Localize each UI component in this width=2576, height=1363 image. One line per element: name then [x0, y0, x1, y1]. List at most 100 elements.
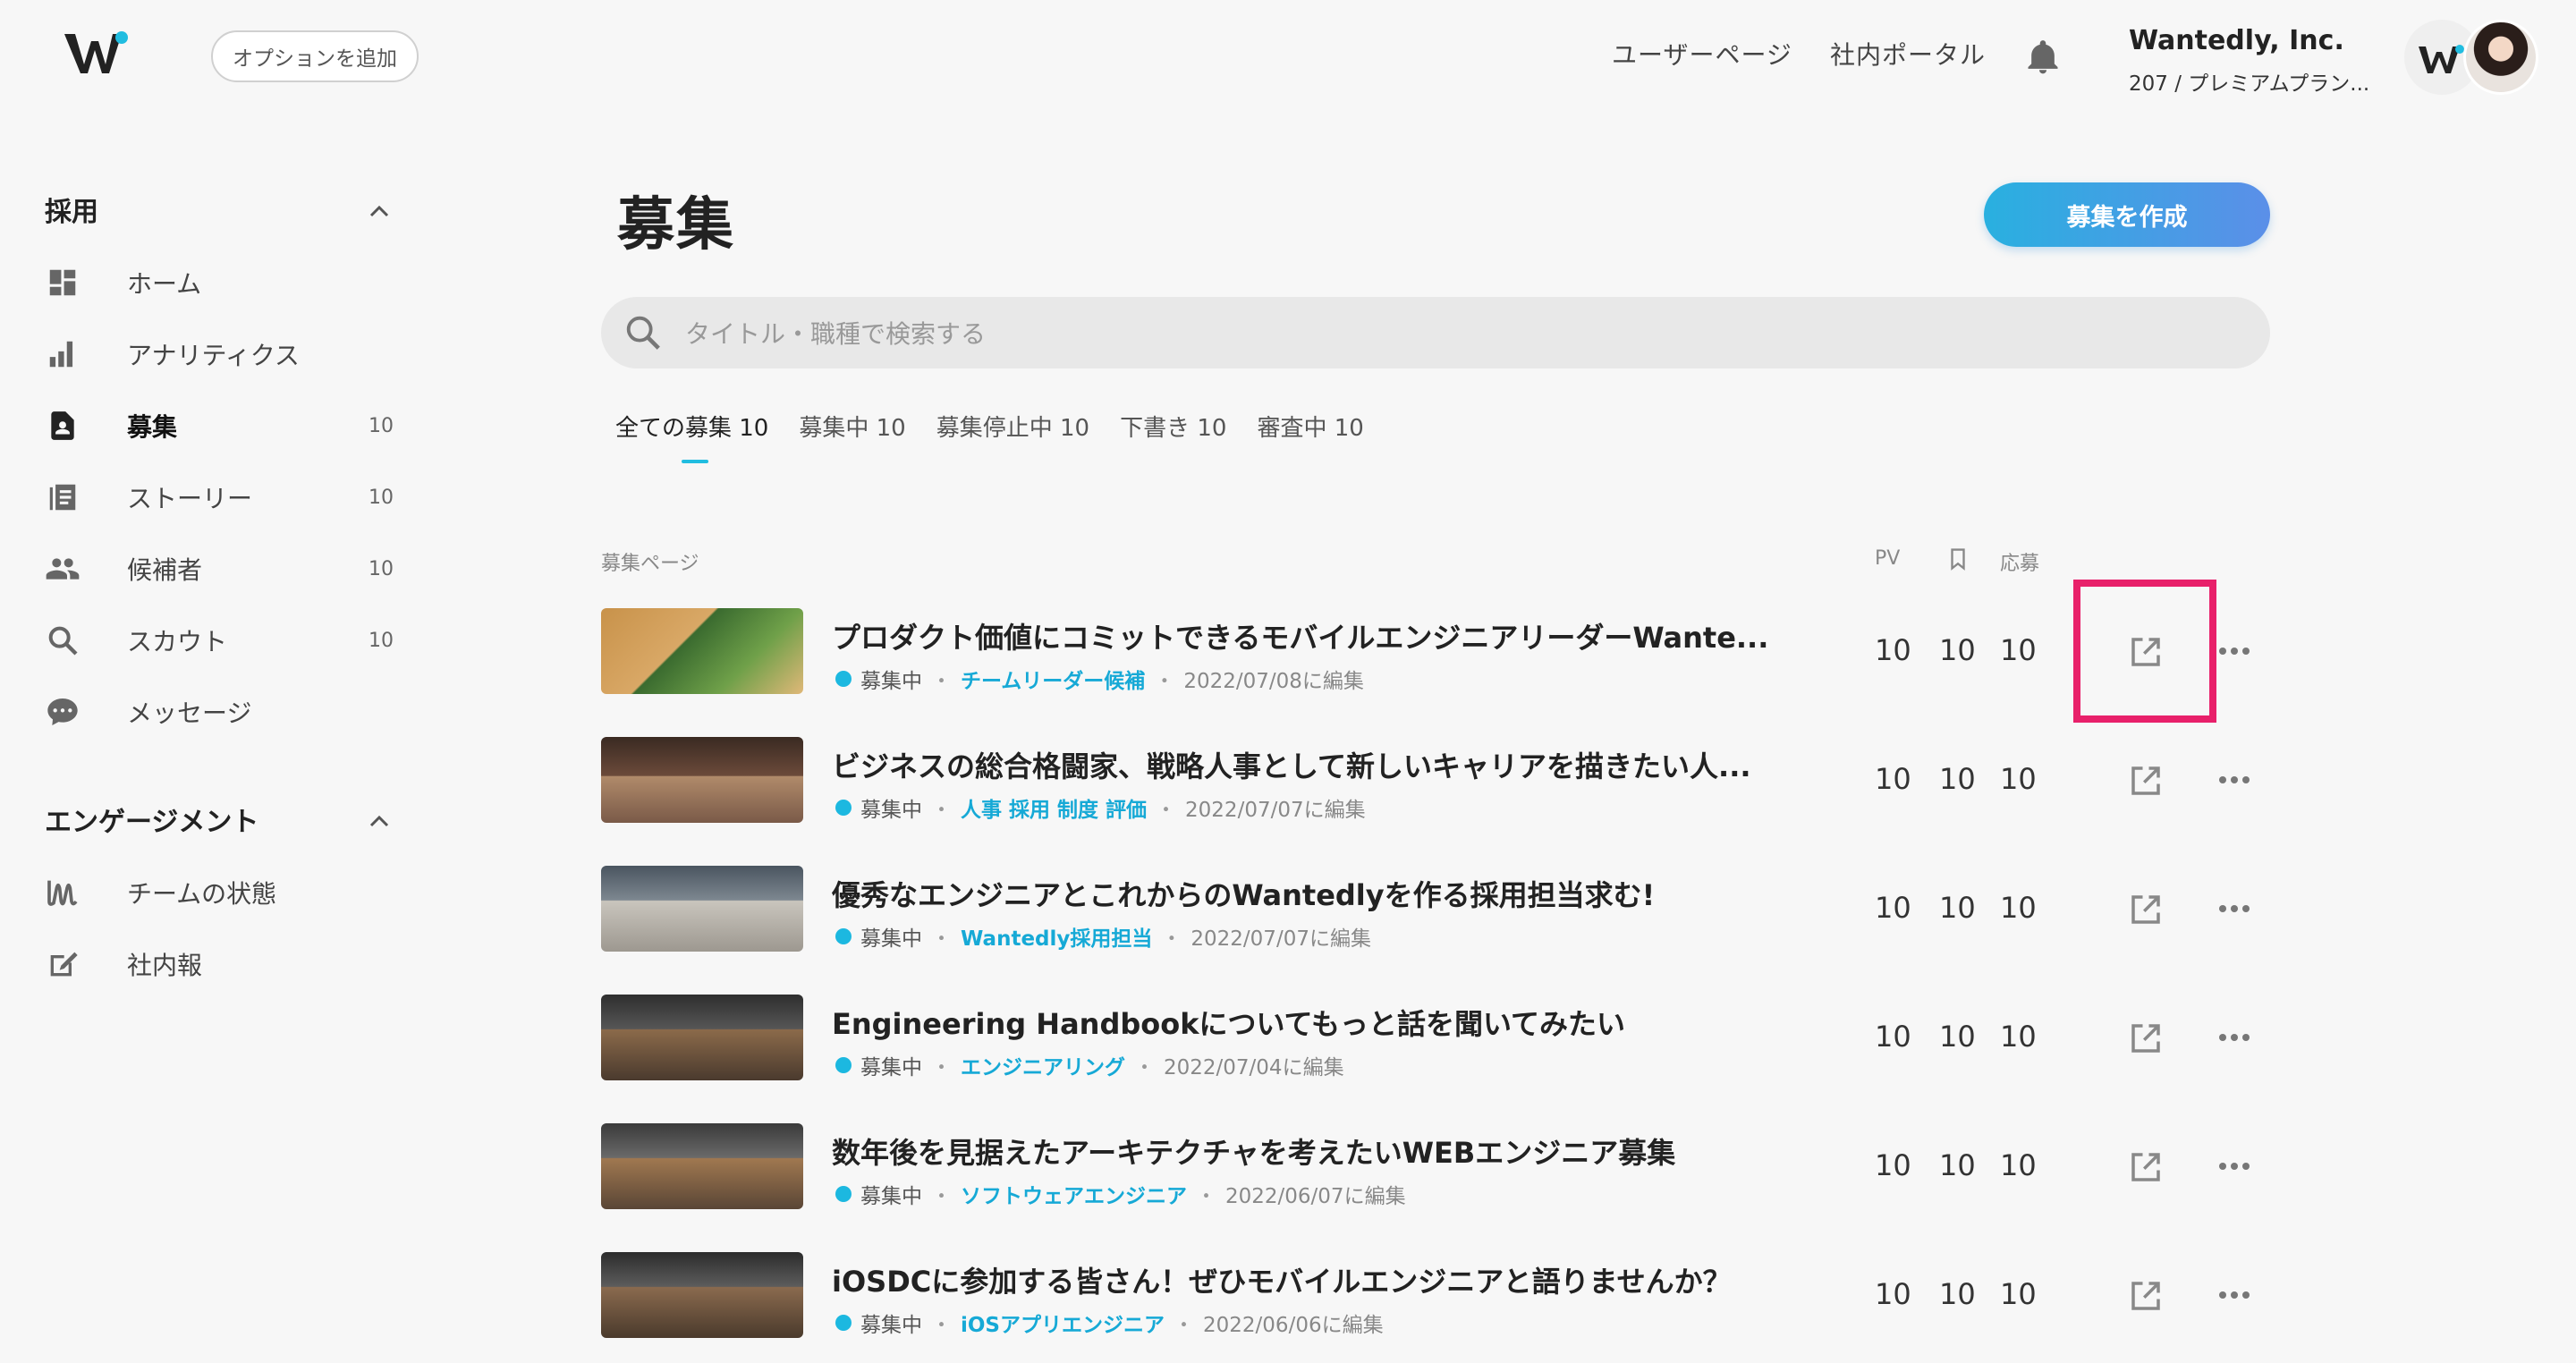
open-external-icon[interactable]: [2127, 762, 2165, 800]
wantedly-logo[interactable]: [63, 29, 131, 79]
bar-chart-icon: [45, 336, 80, 372]
sidebar-item-analytics[interactable]: アナリティクス: [45, 327, 402, 381]
job-title[interactable]: プロダクト価値にコミットできるモバイルエンジニアリーダーWante...: [832, 615, 1780, 656]
job-tag[interactable]: エンジニアリング: [961, 1050, 1125, 1080]
job-row[interactable]: ビジネスの総合格闘家、戦略人事として新しいキャリアを描きたい人... 募集中 ・…: [601, 737, 2283, 823]
add-option-button[interactable]: オプションを追加: [211, 30, 419, 82]
separator: ・: [1161, 927, 1182, 951]
separator: ・: [931, 1056, 952, 1079]
sidebar-item-team-status[interactable]: チームの状態: [45, 866, 402, 919]
job-row[interactable]: Engineering Handbookについてもっと話を聞いてみたい 募集中 …: [601, 995, 2283, 1080]
apply-count: 10: [2000, 1020, 2037, 1054]
job-row[interactable]: 数年後を見据えたアーキテクチャを考えたいWEBエンジニア募集 募集中 ・ ソフト…: [601, 1123, 2283, 1209]
job-tag[interactable]: iOSアプリエンジニア: [961, 1308, 1165, 1338]
sidebar-item-count: 10: [369, 629, 394, 652]
separator: ・: [931, 670, 952, 693]
job-thumbnail[interactable]: [601, 608, 803, 694]
more-options-icon[interactable]: [2216, 891, 2252, 927]
job-title[interactable]: Engineering Handbookについてもっと話を聞いてみたい: [832, 1002, 1780, 1043]
job-title[interactable]: ビジネスの総合格闘家、戦略人事として新しいキャリアを描きたい人...: [832, 744, 1780, 785]
user-page-link[interactable]: ユーザーページ: [1612, 36, 1792, 72]
user-avatar[interactable]: [2463, 20, 2538, 95]
portal-link[interactable]: 社内ポータル: [1830, 36, 1986, 72]
job-tag[interactable]: ソフトウェアエンジニア: [961, 1179, 1187, 1209]
more-options-icon[interactable]: [2216, 1277, 2252, 1313]
sidebar-item-count: 10: [369, 414, 394, 437]
job-filter-tabs: 全ての募集 10 募集中 10 募集停止中 10 下書き 10 審査中 10: [615, 410, 1394, 443]
org-name[interactable]: Wantedly, Inc.: [2129, 25, 2344, 56]
sidebar-item-label: メッセージ: [127, 698, 252, 728]
job-thumbnail[interactable]: [601, 737, 803, 823]
status-dot: [835, 1186, 852, 1202]
sidebar-item-home[interactable]: ホーム: [45, 256, 402, 309]
separator: ・: [931, 1185, 952, 1208]
job-thumbnail[interactable]: [601, 1123, 803, 1209]
status-dot: [835, 928, 852, 944]
wave-icon: [45, 875, 80, 910]
sidebar-item-label: 候補者: [127, 555, 203, 585]
more-options-icon[interactable]: [2216, 1148, 2252, 1184]
apply-count: 10: [2000, 891, 2037, 925]
job-thumbnail[interactable]: [601, 866, 803, 952]
search-input[interactable]: タイトル・職種で検索する: [685, 315, 986, 351]
bell-icon[interactable]: [2023, 38, 2063, 77]
open-external-icon[interactable]: [2127, 1020, 2165, 1057]
column-header-apply: 応募: [2000, 553, 2040, 575]
create-job-button[interactable]: 募集を作成: [1984, 182, 2270, 247]
bookmark-count: 10: [1939, 1277, 1976, 1311]
job-edited-date: 2022/06/07に編集: [1225, 1185, 1406, 1208]
sidebar-item-stories[interactable]: ストーリー 10: [45, 470, 402, 524]
search-icon: [626, 316, 660, 350]
recruit-section-title: 採用: [45, 197, 98, 228]
pv-count: 10: [1875, 762, 1911, 796]
sidebar-item-label: スカウト: [127, 627, 228, 656]
job-title[interactable]: 数年後を見据えたアーキテクチャを考えたいWEBエンジニア募集: [832, 1130, 1780, 1172]
apply-count: 10: [2000, 1277, 2037, 1311]
tab-all[interactable]: 全ての募集 10: [615, 410, 768, 443]
bookmark-icon: [1951, 548, 1965, 571]
open-external-icon[interactable]: [2127, 1148, 2165, 1186]
more-options-icon[interactable]: [2216, 1020, 2252, 1055]
chevron-up-icon[interactable]: [369, 814, 390, 828]
apply-count: 10: [2000, 633, 2037, 667]
more-options-icon[interactable]: [2216, 762, 2252, 798]
search-bar[interactable]: タイトル・職種で検索する: [601, 297, 2270, 368]
job-thumbnail[interactable]: [601, 1252, 803, 1338]
job-meta: 募集中 ・ エンジニアリング ・ 2022/07/04に編集: [835, 1050, 1344, 1080]
people-icon: [45, 551, 80, 587]
sidebar-item-count: 10: [369, 557, 394, 580]
chat-bubble-icon: [45, 694, 80, 730]
job-row[interactable]: iOSDCに参加する皆さん！ぜひモバイルエンジニアと語りませんか？ 募集中 ・ …: [601, 1252, 2283, 1338]
sidebar-item-jobs[interactable]: 募集 10: [45, 399, 402, 453]
job-title[interactable]: iOSDCに参加する皆さん！ぜひモバイルエンジニアと語りませんか？: [832, 1259, 1780, 1300]
job-row[interactable]: プロダクト価値にコミットできるモバイルエンジニアリーダーWante... 募集中…: [601, 608, 2283, 694]
bookmark-count: 10: [1939, 1148, 1976, 1182]
pv-count: 10: [1875, 633, 1911, 667]
more-options-icon[interactable]: [2216, 633, 2252, 669]
edit-note-icon: [45, 946, 80, 982]
tab-drafts[interactable]: 下書き 10: [1120, 410, 1226, 443]
job-edited-date: 2022/06/06に編集: [1203, 1314, 1384, 1337]
tab-review[interactable]: 審査中 10: [1257, 410, 1363, 443]
job-tag[interactable]: 人事 採用 制度 評価: [961, 792, 1147, 823]
job-thumbnail[interactable]: [601, 995, 803, 1080]
sidebar-item-candidates[interactable]: 候補者 10: [45, 542, 402, 596]
open-external-icon[interactable]: [2127, 1277, 2165, 1315]
sidebar-item-scout[interactable]: スカウト 10: [45, 614, 402, 667]
job-tag[interactable]: Wantedly採用担当: [961, 921, 1152, 952]
tab-open[interactable]: 募集中 10: [799, 410, 905, 443]
pv-count: 10: [1875, 1020, 1911, 1054]
sidebar-item-messages[interactable]: メッセージ: [45, 685, 402, 739]
job-tag[interactable]: チームリーダー候補: [961, 664, 1145, 694]
tab-paused[interactable]: 募集停止中 10: [936, 410, 1089, 443]
job-row[interactable]: 優秀なエンジニアとこれからのWantedlyを作る採用担当求む! 募集中 ・ W…: [601, 866, 2283, 952]
sidebar-item-newsletter[interactable]: 社内報: [45, 937, 402, 991]
open-external-icon[interactable]: [2127, 891, 2165, 928]
sidebar-item-label: チームの状態: [127, 879, 277, 909]
column-header-page: 募集ページ: [601, 553, 699, 575]
separator: ・: [931, 799, 952, 822]
chevron-up-icon[interactable]: [369, 204, 390, 218]
job-title[interactable]: 優秀なエンジニアとこれからのWantedlyを作る採用担当求む!: [832, 873, 1780, 914]
separator: ・: [1174, 1314, 1195, 1337]
separator: ・: [1156, 799, 1177, 822]
